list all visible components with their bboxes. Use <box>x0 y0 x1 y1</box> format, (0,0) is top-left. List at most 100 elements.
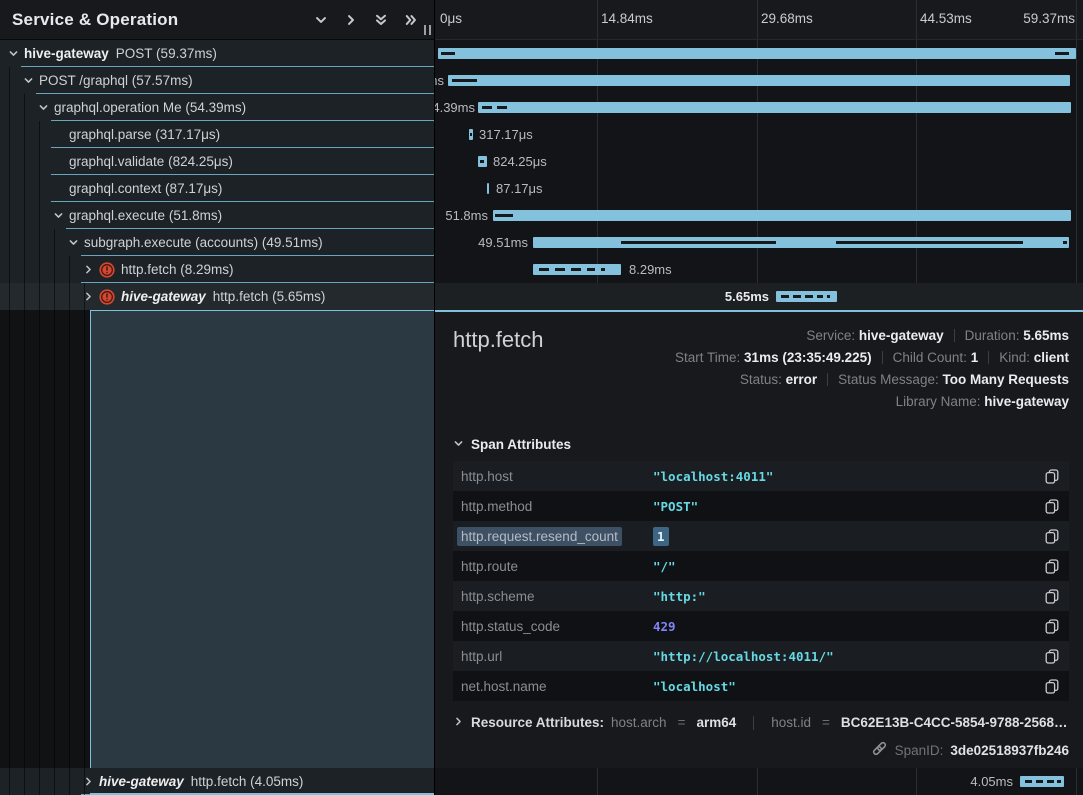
span-tree-panel: Service & Operation hive-gatewayPOST (59… <box>0 0 434 795</box>
span-label: http.fetch (4.05ms) <box>191 774 304 789</box>
selected-text-highlight: http.request.resend_count <box>457 527 622 546</box>
span-attributes-section-header[interactable]: Span Attributes <box>453 437 1069 452</box>
copy-icon[interactable] <box>1043 617 1061 636</box>
span-bar[interactable] <box>493 210 1071 221</box>
timeline-row[interactable]: 51.8ms <box>435 202 1083 229</box>
span-bar[interactable] <box>533 237 1069 248</box>
attribute-key: net.host.name <box>461 679 653 694</box>
attribute-row[interactable]: http.route"/" <box>453 551 1069 581</box>
tree-row[interactable]: POST /graphql (57.57ms) <box>0 67 434 94</box>
span-label: graphql.context (87.17μs) <box>69 181 222 196</box>
timeline-row[interactable]: 824.25μs <box>435 148 1083 175</box>
gridline <box>597 0 598 39</box>
indent-guide <box>39 121 40 795</box>
child-span-marker <box>601 268 605 271</box>
attribute-value: "localhost:4011" <box>653 469 1043 484</box>
timeline-row[interactable]: 49.51ms <box>435 229 1083 256</box>
span-bar[interactable] <box>478 156 487 167</box>
copy-icon[interactable] <box>1043 467 1061 486</box>
meta-label: Child Count: <box>893 350 971 365</box>
timeline-row[interactable]: 57.57ms <box>435 67 1083 94</box>
chevron-down-icon[interactable] <box>51 210 65 221</box>
span-bar[interactable] <box>448 75 1070 86</box>
indent-guide <box>54 229 55 795</box>
tree-row[interactable]: graphql.context (87.17μs) <box>0 175 434 202</box>
timeline-row[interactable]: 87.17μs <box>435 175 1083 202</box>
attribute-row[interactable]: http.method"POST" <box>453 491 1069 521</box>
span-bar[interactable] <box>776 291 837 302</box>
chevron-down-icon[interactable] <box>6 48 20 59</box>
attribute-row[interactable]: http.status_code429 <box>453 611 1069 641</box>
child-span-marker <box>539 268 549 271</box>
duration-label: 87.17μs <box>496 175 543 202</box>
duration-label: 824.25μs <box>493 148 547 175</box>
tree-row[interactable]: http.fetch (8.29ms) <box>0 256 434 283</box>
chevron-down-icon[interactable] <box>66 237 80 248</box>
copy-icon[interactable] <box>1043 587 1061 606</box>
attribute-key: http.host <box>461 469 653 484</box>
copy-icon[interactable] <box>1043 527 1061 546</box>
chevron-right-icon[interactable] <box>81 264 95 275</box>
link-icon[interactable] <box>871 740 888 760</box>
copy-icon[interactable] <box>1043 497 1061 516</box>
tree-row[interactable]: graphql.operation Me (54.39ms) <box>0 94 434 121</box>
attribute-row[interactable]: net.host.name"localhost" <box>453 671 1069 701</box>
tree-row[interactable]: subgraph.execute (accounts) (49.51ms) <box>0 229 434 256</box>
span-bar[interactable] <box>487 183 489 194</box>
meta-divider <box>882 351 883 364</box>
tree-row[interactable]: graphql.parse (317.17μs) <box>0 121 434 148</box>
meta-value: Too Many Requests <box>942 372 1069 387</box>
detail-header: http.fetch Service: hive-gatewayDuration… <box>453 312 1069 413</box>
resource-attributes-row[interactable]: Resource Attributes:host.arch=arm64host.… <box>453 715 1069 730</box>
attribute-row[interactable]: http.request.resend_count1 <box>453 521 1069 551</box>
gridline <box>1076 0 1077 39</box>
tree-row[interactable]: graphql.validate (824.25μs) <box>0 148 434 175</box>
timeline-row[interactable]: 54.39ms <box>435 94 1083 121</box>
meta-label: Service: <box>806 328 859 343</box>
gridline <box>916 768 917 795</box>
meta-value: 1 <box>971 350 979 365</box>
timeline-row[interactable]: 317.17μs <box>435 121 1083 148</box>
duration-label: 49.51ms <box>478 229 528 256</box>
tree-row[interactable]: hive-gatewayhttp.fetch (4.05ms) <box>0 768 434 795</box>
error-icon <box>99 262 115 278</box>
attribute-row[interactable]: http.host"localhost:4011" <box>453 461 1069 491</box>
span-bar[interactable] <box>533 264 621 275</box>
meta-divider <box>827 373 828 386</box>
attribute-row[interactable]: http.url"http://localhost:4011/" <box>453 641 1069 671</box>
panel-resize-handle[interactable] <box>424 25 431 35</box>
tree-row[interactable]: graphql.execute (51.8ms) <box>0 202 434 229</box>
chevron-down-icon[interactable] <box>21 75 35 86</box>
timeline-row[interactable] <box>435 40 1083 67</box>
timeline-row[interactable]: 5.65ms <box>435 283 1083 310</box>
span-bar[interactable] <box>469 129 473 140</box>
span-bar[interactable] <box>1020 776 1064 787</box>
child-span-marker <box>482 106 492 109</box>
meta-line: Service: hive-gatewayDuration: 5.65ms <box>675 325 1069 347</box>
chevron-right-button[interactable] <box>340 9 362 31</box>
attribute-row[interactable]: http.scheme"http:" <box>453 581 1069 611</box>
span-label: graphql.operation Me (54.39ms) <box>54 100 246 115</box>
timeline-row[interactable]: 8.29ms <box>435 256 1083 283</box>
timeline-bottom-row: 4.05ms <box>435 768 1083 795</box>
copy-icon[interactable] <box>1043 557 1061 576</box>
chevrons-right-button[interactable] <box>400 9 422 31</box>
chevron-down-icon[interactable] <box>36 102 50 113</box>
span-bar[interactable] <box>438 48 1076 59</box>
chevron-down-button[interactable] <box>310 9 332 31</box>
child-span-marker <box>1057 780 1061 783</box>
spanid-row: SpanID: 3de02518937fb246 <box>453 740 1069 760</box>
spanid-label: SpanID: <box>895 743 944 758</box>
child-span-marker <box>480 160 484 163</box>
tree-row[interactable]: hive-gatewayhttp.fetch (5.65ms) <box>0 283 434 310</box>
error-icon <box>99 289 115 305</box>
meta-label: Library Name: <box>896 394 985 409</box>
attribute-key: http.route <box>461 559 653 574</box>
span-attributes-table: http.host"localhost:4011"http.method"POS… <box>453 461 1069 701</box>
duration-label: 57.57ms <box>435 67 444 94</box>
copy-icon[interactable] <box>1043 647 1061 666</box>
chevrons-down-button[interactable] <box>370 9 392 31</box>
copy-icon[interactable] <box>1043 677 1061 696</box>
tree-row[interactable]: hive-gatewayPOST (59.37ms) <box>0 40 434 67</box>
span-bar[interactable] <box>478 102 1071 113</box>
